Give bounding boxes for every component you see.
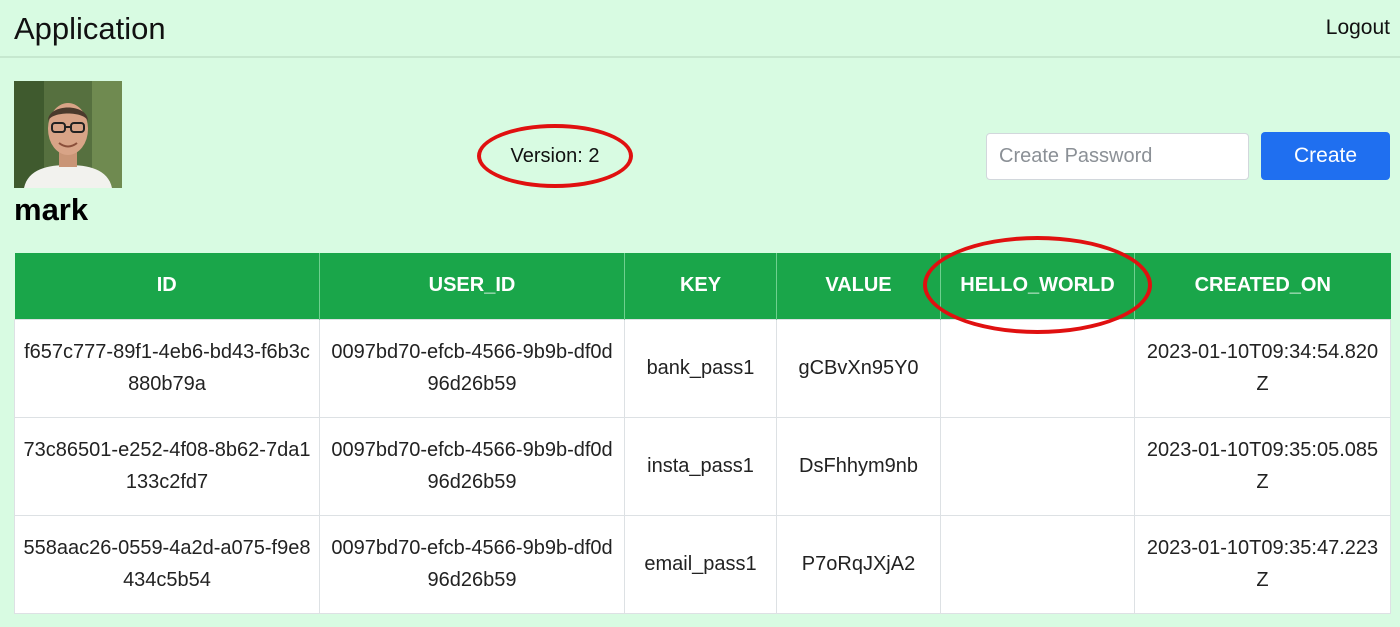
- top-navbar: Application Logout: [0, 0, 1400, 58]
- user-avatar: [14, 81, 122, 188]
- cell-user-id: 0097bd70-efcb-4566-9b9b-df0d96d26b59: [319, 514, 625, 614]
- cell-hello-world: [940, 514, 1135, 614]
- version-annotation: Version: 2: [477, 124, 633, 188]
- create-button[interactable]: Create: [1261, 132, 1390, 180]
- username: mark: [14, 192, 89, 227]
- cell-key: insta_pass1: [624, 416, 777, 516]
- logout-link[interactable]: Logout: [1326, 16, 1390, 40]
- cell-created-on: 2023-01-10T09:35:47.223Z: [1134, 514, 1391, 614]
- cell-key: bank_pass1: [624, 318, 777, 418]
- column-header-hello-world: HELLO_WORLD: [940, 253, 1135, 319]
- create-password-input[interactable]: [986, 133, 1249, 180]
- table-row: 73c86501-e252-4f08-8b62-7da1133c2fd7 009…: [14, 416, 1391, 516]
- cell-user-id: 0097bd70-efcb-4566-9b9b-df0d96d26b59: [319, 416, 625, 516]
- column-header-created-on: CREATED_ON: [1134, 253, 1391, 319]
- table-row: 558aac26-0559-4a2d-a075-f9e8434c5b54 009…: [14, 514, 1391, 614]
- cell-hello-world: [940, 416, 1135, 516]
- cell-user-id: 0097bd70-efcb-4566-9b9b-df0d96d26b59: [319, 318, 625, 418]
- column-header-user-id: USER_ID: [319, 253, 625, 319]
- passwords-table: ID USER_ID KEY VALUE HELLO_WORLD CREATED…: [14, 253, 1391, 614]
- cell-created-on: 2023-01-10T09:35:05.085Z: [1134, 416, 1391, 516]
- cell-value: gCBvXn95Y0: [776, 318, 941, 418]
- app-title: Application: [14, 11, 166, 46]
- cell-key: email_pass1: [624, 514, 777, 614]
- cell-id: 558aac26-0559-4a2d-a075-f9e8434c5b54: [14, 514, 320, 614]
- column-header-key: KEY: [624, 253, 777, 319]
- column-header-id: ID: [14, 253, 320, 319]
- cell-id: f657c777-89f1-4eb6-bd43-f6b3c880b79a: [14, 318, 320, 418]
- cell-created-on: 2023-01-10T09:34:54.820Z: [1134, 318, 1391, 418]
- cell-value: DsFhhym9nb: [776, 416, 941, 516]
- cell-hello-world: [940, 318, 1135, 418]
- annotation-ellipse-version: [477, 124, 633, 188]
- table-row: f657c777-89f1-4eb6-bd43-f6b3c880b79a 009…: [14, 318, 1391, 418]
- cell-id: 73c86501-e252-4f08-8b62-7da1133c2fd7: [14, 416, 320, 516]
- table-header-row: ID USER_ID KEY VALUE HELLO_WORLD CREATED…: [14, 253, 1391, 319]
- column-header-value: VALUE: [776, 253, 941, 319]
- user-photo-icon: [14, 81, 122, 188]
- cell-value: P7oRqJXjA2: [776, 514, 941, 614]
